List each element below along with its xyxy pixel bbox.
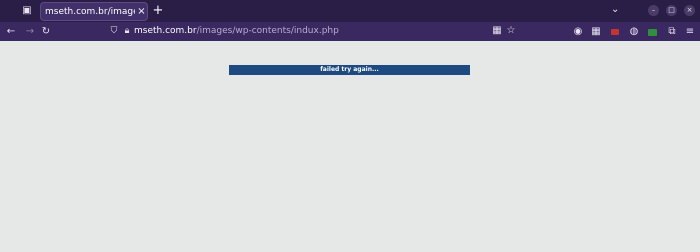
close-window-button[interactable]: × [684, 5, 695, 16]
tab-active[interactable]: mseth.com.br/images/wp-co × [40, 2, 148, 21]
tab-overview-icon[interactable]: ▣ [21, 5, 33, 17]
notification-extension-icon[interactable]: ◍ [628, 26, 640, 38]
navigation-bar: ← → ↻ ⛉ 🔒︎ mseth.com.br/images/wp-conten… [0, 22, 700, 51]
url-path: /images/wp-contents/indux.php [196, 26, 339, 36]
tab-title: mseth.com.br/images/wp-co [45, 7, 135, 17]
bookmark-star-icon[interactable]: ☆ [505, 25, 517, 37]
url-text[interactable]: mseth.com.br/images/wp-contents/indux.ph… [134, 25, 339, 37]
menu-icon[interactable]: ≡ [684, 26, 696, 38]
list-tabs-icon[interactable]: ⌄ [611, 5, 621, 15]
red-extension-icon[interactable] [609, 26, 621, 38]
tab-bar: ▣ mseth.com.br/images/wp-co × + ⌄ – □ × [0, 0, 700, 22]
extensions-icon[interactable]: ▦ [590, 26, 602, 38]
maximize-button[interactable]: □ [666, 5, 677, 16]
puzzle-icon[interactable]: ⧉ [666, 26, 678, 38]
reload-button[interactable]: ↻ [40, 26, 52, 38]
url-domain: mseth.com.br [134, 26, 197, 36]
page-content: failed try again... [0, 41, 700, 252]
back-button[interactable]: ← [5, 26, 17, 38]
green-extension-icon[interactable] [647, 26, 659, 38]
address-bar[interactable]: ⛉ 🔒︎ mseth.com.br/images/wp-contents/ind… [104, 23, 520, 40]
grid-extension-icon[interactable]: ▦ [491, 25, 503, 37]
status-banner: failed try again... [229, 65, 470, 75]
status-message: failed try again... [320, 66, 379, 73]
forward-button[interactable]: → [24, 26, 36, 38]
shield-icon[interactable]: ⛉ [109, 25, 119, 37]
browser-chrome: ▣ mseth.com.br/images/wp-co × + ⌄ – □ × … [0, 0, 700, 51]
new-tab-button[interactable]: + [152, 4, 164, 17]
tab-close-icon[interactable]: × [137, 6, 146, 18]
account-icon[interactable]: ◉ [572, 26, 584, 38]
lock-icon[interactable]: 🔒︎ [122, 25, 132, 37]
minimize-button[interactable]: – [648, 5, 659, 16]
